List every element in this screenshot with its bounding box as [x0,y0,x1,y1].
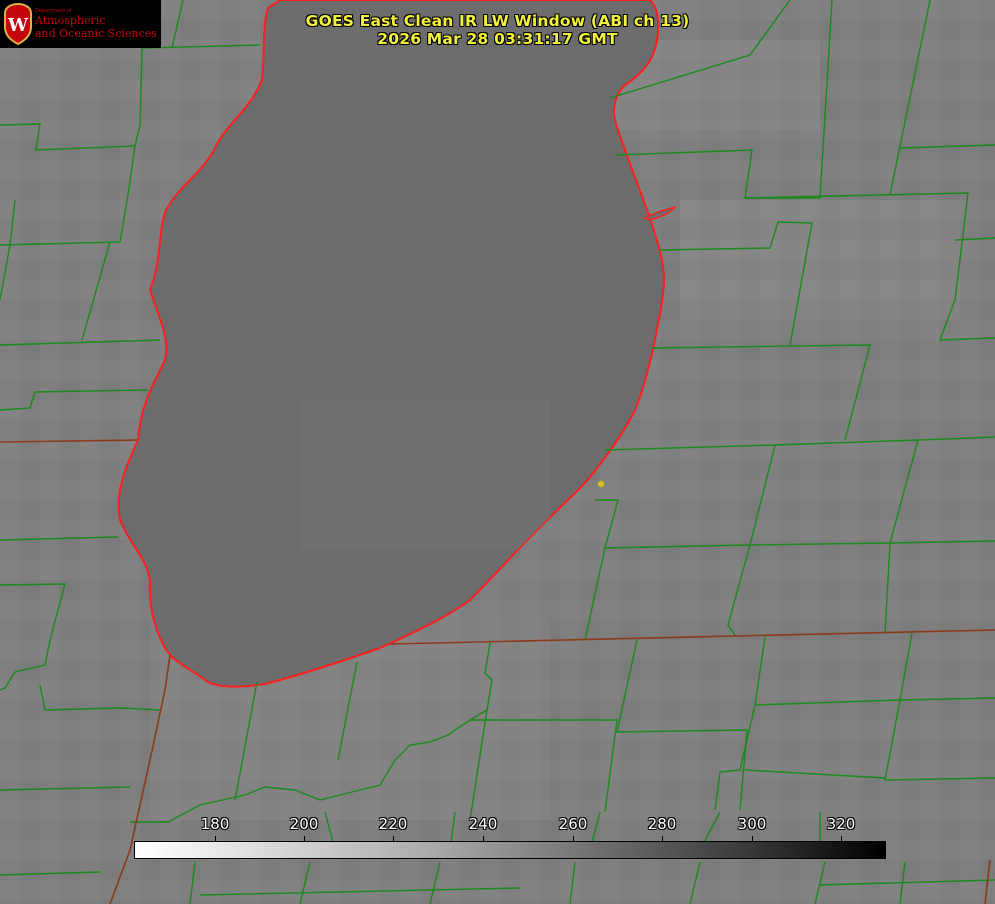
colorbar-tick: 240 [468,815,498,833]
colorbar-tick-mark [841,836,842,842]
location-marker [597,480,605,488]
colorbar-tick: 220 [378,815,408,833]
colorbar-tick: 280 [647,815,677,833]
colorbar-tick: 200 [289,815,319,833]
colorbar-tick: 300 [737,815,767,833]
map-title: GOES East Clean IR LW Window (ABI ch 13) [305,12,690,30]
colorbar-tick-mark [215,836,216,842]
colorbar-tick-mark [662,836,663,842]
colorbar-tick: 180 [200,815,230,833]
colorbar-tick: 320 [826,815,856,833]
map-canvas [0,0,995,904]
colorbar-tick-mark [304,836,305,842]
colorbar-tick: 260 [558,815,588,833]
cloud-patch [680,200,960,320]
colorbar-gradient [134,841,886,859]
colorbar-tick-mark [573,836,574,842]
map-timestamp: 2026 Mar 28 03:31:17 GMT [377,30,618,48]
colorbar-tick-mark [752,836,753,842]
colorbar-tick-mark [483,836,484,842]
lake-texture [300,400,550,550]
colorbar-tick-mark [393,836,394,842]
satellite-map: W Department of Atmospheric and Oceanic … [0,0,995,904]
